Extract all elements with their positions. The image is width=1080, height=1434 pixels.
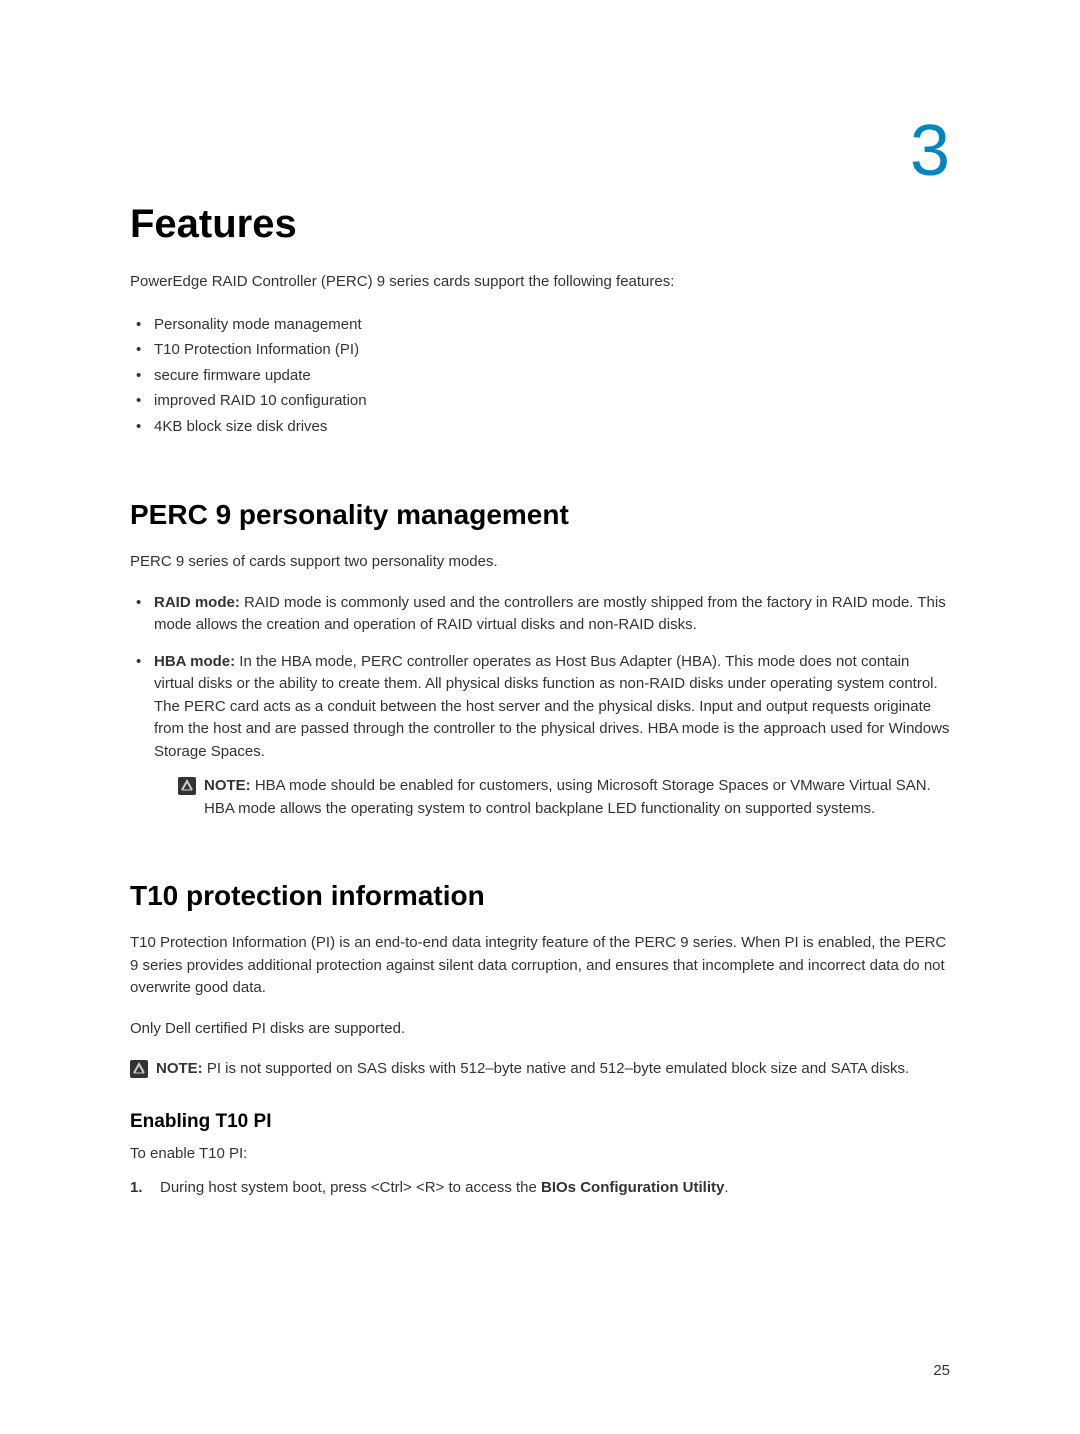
note-body: HBA mode should be enabled for customers… xyxy=(204,777,931,817)
steps-list: During host system boot, press <Ctrl> <R… xyxy=(130,1177,950,1200)
note-icon xyxy=(130,1060,148,1078)
list-item: T10 Protection Information (PI) xyxy=(130,337,950,363)
step-bold: BIOs Configuration Utility xyxy=(541,1179,724,1196)
list-item: improved RAID 10 configuration xyxy=(130,388,950,414)
list-item: 4KB block size disk drives xyxy=(130,414,950,440)
note-block: NOTE: PI is not supported on SAS disks w… xyxy=(130,1058,950,1081)
note-text: NOTE: HBA mode should be enabled for cus… xyxy=(204,775,950,820)
intro-paragraph: PowerEdge RAID Controller (PERC) 9 serie… xyxy=(130,271,950,294)
t10-para2: Only Dell certified PI disks are support… xyxy=(130,1018,950,1041)
mode-text: In the HBA mode, PERC controller operate… xyxy=(154,653,949,760)
note-label: NOTE: xyxy=(156,1060,203,1077)
mode-label: HBA mode: xyxy=(154,653,235,670)
list-item: During host system boot, press <Ctrl> <R… xyxy=(130,1177,950,1200)
mode-label: RAID mode: xyxy=(154,594,240,611)
note-icon xyxy=(178,777,196,795)
feature-list: Personality mode management T10 Protecti… xyxy=(130,312,950,440)
note-block: NOTE: HBA mode should be enabled for cus… xyxy=(154,775,950,820)
t10-para1: T10 Protection Information (PI) is an en… xyxy=(130,932,950,1000)
modes-list: RAID mode: RAID mode is commonly used an… xyxy=(130,592,950,821)
subsection-intro: To enable T10 PI: xyxy=(130,1143,950,1166)
step-suffix: . xyxy=(724,1179,728,1196)
section-heading-personality: PERC 9 personality management xyxy=(130,499,950,531)
mode-text: RAID mode is commonly used and the contr… xyxy=(154,594,946,634)
subsection-heading-enabling: Enabling T10 PI xyxy=(130,1111,950,1133)
note-text: NOTE: PI is not supported on SAS disks w… xyxy=(156,1058,909,1081)
list-item: HBA mode: In the HBA mode, PERC controll… xyxy=(130,651,950,821)
note-body: PI is not supported on SAS disks with 51… xyxy=(203,1060,910,1077)
list-item: secure firmware update xyxy=(130,363,950,389)
list-item: Personality mode management xyxy=(130,312,950,338)
chapter-number: 3 xyxy=(130,110,950,192)
note-label: NOTE: xyxy=(204,777,251,794)
list-item: RAID mode: RAID mode is commonly used an… xyxy=(130,592,950,637)
section-heading-t10: T10 protection information xyxy=(130,880,950,912)
page-title: Features xyxy=(130,202,950,247)
section-intro: PERC 9 series of cards support two perso… xyxy=(130,551,950,574)
step-prefix: During host system boot, press <Ctrl> <R… xyxy=(160,1179,541,1196)
page-number: 25 xyxy=(933,1362,950,1379)
